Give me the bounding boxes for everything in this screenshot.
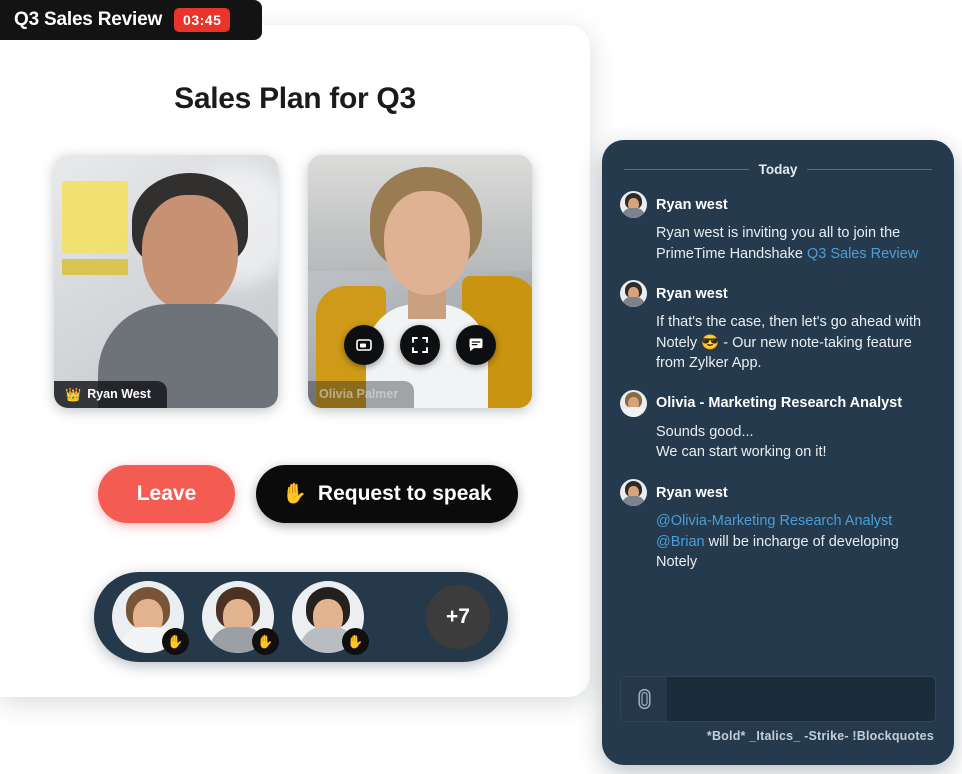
chat-day-divider: Today [624, 162, 933, 177]
participant-avatars: ✋ ✋ ✋ [112, 581, 369, 655]
chat-message-author: Olivia - Marketing Research Analyst [656, 395, 903, 412]
avatar-torso [622, 406, 645, 417]
meeting-timer-badge: 03:45 [174, 8, 231, 32]
raised-hand-icon: ✋ [252, 628, 279, 655]
chat-panel: Today Ryan west Ryan west is inviting yo… [602, 140, 954, 765]
chat-message: Ryan west Ryan west is inviting you all … [620, 191, 936, 264]
tile-name-chip-ryan: 👑 Ryan West [54, 381, 167, 408]
background-note-secondary-icon [62, 259, 128, 275]
chat-message: Ryan west @Olivia-Marketing Research Ana… [620, 479, 936, 573]
meeting-titlebar: Q3 Sales Review 03:45 [0, 0, 262, 40]
chat-message-header: Olivia - Marketing Research Analyst [620, 389, 936, 417]
avatar-torso [622, 496, 645, 507]
screen-share-icon[interactable] [344, 325, 384, 365]
fullscreen-icon[interactable] [400, 325, 440, 365]
chat-composer [620, 676, 936, 722]
chat-message-body: If that's the case, then let's go ahead … [656, 314, 922, 372]
raised-hand-icon: ✋ [342, 628, 369, 655]
background-note-icon [62, 181, 128, 253]
meeting-screen: Q3 Sales Review 03:45 Sales Plan for Q3 … [0, 0, 962, 774]
chat-message-body: @Olivia-Marketing Research Analyst @Bria… [620, 511, 936, 573]
paperclip-icon[interactable] [621, 677, 667, 721]
chat-message-body: Ryan west is inviting you all to join th… [620, 223, 936, 264]
raised-hand-icon: ✋ [162, 628, 189, 655]
chat-message-author: Ryan west [656, 285, 728, 302]
chat-message: Olivia - Marketing Research Analyst Soun… [620, 389, 936, 463]
participant-avatar-3[interactable]: ✋ [292, 581, 369, 655]
chat-message-header: Ryan west [620, 191, 936, 218]
participant-avatar-1[interactable]: ✋ [112, 581, 189, 655]
chat-format-hints: *Bold* _Italics_ -Strike- !Blockquotes [706, 729, 934, 743]
tile-name-chip-olivia: Olivia Palmer [308, 381, 415, 408]
chat-day-label: Today [758, 162, 798, 177]
chat-message-list: Ryan west Ryan west is inviting you all … [620, 191, 936, 672]
raised-hand-icon: ✋ [282, 483, 307, 505]
person-face [384, 191, 470, 295]
divider-line-right [807, 169, 933, 170]
page-title: Sales Plan for Q3 [174, 82, 416, 115]
participant-overflow-count[interactable]: +7 [426, 585, 490, 649]
chat-message-body: Sounds good... We can start working on i… [656, 423, 827, 461]
video-tile-olivia[interactable]: Olivia Palmer [308, 155, 532, 408]
chat-message-header: Ryan west [620, 280, 936, 308]
participant-strip: ✋ ✋ ✋ +7 [94, 572, 508, 662]
divider-line-left [624, 169, 749, 170]
meeting-main-card: Sales Plan for Q3 👑 Ryan West Olivia Pal… [0, 25, 590, 697]
request-to-speak-button[interactable]: ✋ Request to speak [256, 465, 518, 523]
person-face [142, 195, 238, 311]
avatar [620, 280, 647, 308]
crown-icon: 👑 [65, 386, 82, 402]
avatar-torso [622, 208, 645, 218]
chat-bubble-icon[interactable] [456, 325, 496, 365]
leave-button[interactable]: Leave [98, 465, 235, 523]
chat-message: Ryan west If that's the case, then let's… [620, 280, 936, 374]
chat-message-author: Ryan west [656, 196, 728, 213]
tile-participant-name: Ryan West [87, 387, 151, 401]
meeting-title: Q3 Sales Review [14, 9, 163, 30]
tile-participant-name: Olivia Palmer [319, 387, 399, 401]
tile-action-bar [308, 325, 532, 365]
avatar [620, 191, 647, 218]
video-tile-ryan[interactable]: 👑 Ryan West [54, 155, 278, 408]
chat-message-author: Ryan west [656, 484, 728, 501]
chat-composer-wrapper: *Bold* _Italics_ -Strike- !Blockquotes [620, 672, 936, 765]
avatar-torso [622, 297, 645, 308]
avatar [620, 389, 647, 417]
call-controls: Leave ✋ Request to speak [98, 465, 518, 523]
participant-avatar-2[interactable]: ✋ [202, 581, 279, 655]
chat-input[interactable] [667, 677, 935, 721]
video-tile-grid: 👑 Ryan West Olivia Palmer [54, 155, 532, 408]
avatar [620, 479, 647, 507]
chat-message-header: Ryan west [620, 479, 936, 507]
chat-message-link[interactable]: Q3 Sales Review [807, 246, 918, 262]
request-to-speak-label: Request to speak [317, 482, 492, 505]
